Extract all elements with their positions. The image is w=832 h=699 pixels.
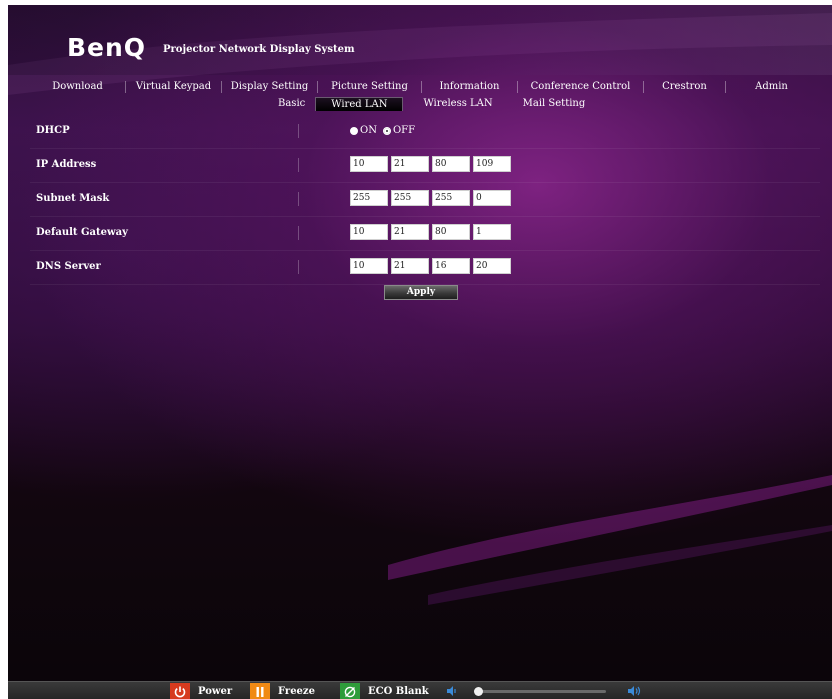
ip-address-octet-4[interactable] bbox=[473, 156, 511, 172]
pause-icon bbox=[256, 686, 264, 697]
ip-address-fields bbox=[350, 156, 514, 172]
default-gateway-octet-2[interactable] bbox=[391, 224, 429, 240]
nav-display-setting[interactable]: Display Setting bbox=[221, 81, 317, 93]
subnet-mask-octet-1[interactable] bbox=[350, 190, 388, 206]
freeze-button[interactable] bbox=[250, 683, 270, 699]
dns-server-octet-2[interactable] bbox=[391, 258, 429, 274]
power-button[interactable] bbox=[170, 683, 190, 699]
subnet-mask-fields bbox=[350, 190, 514, 206]
dns-server-octet-4[interactable] bbox=[473, 258, 511, 274]
default-gateway-label: Default Gateway bbox=[36, 227, 128, 238]
nav-crestron[interactable]: Crestron bbox=[643, 81, 725, 93]
tab-wireless-lan[interactable]: Wireless LAN bbox=[403, 97, 502, 111]
dhcp-off-radio[interactable] bbox=[382, 126, 391, 135]
system-title: Projector Network Display System bbox=[163, 44, 355, 55]
power-label: Power bbox=[198, 686, 233, 697]
bottom-control-bar: Power Freeze ECO Blank bbox=[8, 681, 832, 699]
ip-address-octet-3[interactable] bbox=[432, 156, 470, 172]
eco-blank-label: ECO Blank bbox=[368, 686, 429, 697]
row-divider bbox=[298, 158, 299, 172]
dhcp-off-option[interactable]: OFF bbox=[382, 125, 416, 136]
volume-slider[interactable] bbox=[476, 690, 606, 693]
benq-logo: BenQ bbox=[67, 33, 147, 62]
nav-virtual-keypad[interactable]: Virtual Keypad bbox=[125, 81, 221, 93]
default-gateway-fields bbox=[350, 224, 514, 240]
nav-conference-control[interactable]: Conference Control bbox=[517, 81, 643, 93]
ip-address-octet-1[interactable] bbox=[350, 156, 388, 172]
nav-admin[interactable]: Admin bbox=[725, 81, 817, 93]
wired-lan-form: DHCP ON OFF IP Address 10 21 80 109 Subn… bbox=[30, 115, 820, 285]
default-gateway-row: Default Gateway bbox=[30, 217, 820, 251]
row-divider bbox=[298, 260, 299, 274]
row-divider bbox=[298, 124, 299, 138]
freeze-control[interactable]: Freeze bbox=[250, 683, 315, 699]
subnet-mask-octet-4[interactable] bbox=[473, 190, 511, 206]
sub-nav: Basic Wired LAN Wireless LAN Mail Settin… bbox=[268, 97, 595, 111]
power-control[interactable]: Power bbox=[170, 683, 232, 699]
dhcp-on-option[interactable]: ON bbox=[350, 125, 377, 136]
dhcp-on-radio[interactable] bbox=[350, 126, 358, 135]
default-gateway-octet-1[interactable] bbox=[350, 224, 388, 240]
eco-blank-icon bbox=[344, 686, 356, 697]
volume-slider-knob[interactable] bbox=[474, 687, 483, 696]
main-nav: Download Virtual Keypad Display Setting … bbox=[30, 80, 820, 94]
tab-basic[interactable]: Basic bbox=[268, 97, 315, 111]
ip-address-row: IP Address bbox=[30, 149, 820, 183]
freeze-label: Freeze bbox=[278, 686, 315, 697]
nav-information[interactable]: Information bbox=[421, 81, 517, 93]
dhcp-row: DHCP ON OFF bbox=[30, 115, 820, 149]
dns-server-octet-1[interactable] bbox=[350, 258, 388, 274]
dhcp-off-label: OFF bbox=[392, 125, 416, 136]
row-divider bbox=[298, 192, 299, 206]
volume-down-icon[interactable] bbox=[445, 684, 459, 698]
eco-blank-button[interactable] bbox=[340, 683, 360, 699]
ip-address-label: IP Address bbox=[36, 159, 97, 170]
subnet-mask-octet-2[interactable] bbox=[391, 190, 429, 206]
app-frame: BenQ Projector Network Display System Do… bbox=[8, 5, 832, 699]
dhcp-on-label: ON bbox=[360, 125, 377, 136]
dns-server-fields bbox=[350, 258, 514, 274]
nav-download[interactable]: Download bbox=[30, 81, 125, 93]
ip-address-octet-2[interactable] bbox=[391, 156, 429, 172]
subnet-mask-label: Subnet Mask bbox=[36, 193, 110, 204]
dns-server-row: DNS Server bbox=[30, 251, 820, 285]
power-icon bbox=[174, 686, 186, 697]
volume-up-icon[interactable] bbox=[626, 684, 644, 698]
dhcp-options: ON OFF bbox=[350, 125, 421, 136]
tab-wired-lan[interactable]: Wired LAN bbox=[315, 97, 404, 111]
subnet-mask-octet-3[interactable] bbox=[432, 190, 470, 206]
apply-button[interactable]: Apply bbox=[384, 285, 458, 300]
dns-server-label: DNS Server bbox=[36, 261, 101, 272]
default-gateway-octet-4[interactable] bbox=[473, 224, 511, 240]
eco-blank-control[interactable]: ECO Blank bbox=[340, 683, 429, 699]
tab-mail-setting[interactable]: Mail Setting bbox=[503, 97, 596, 111]
nav-picture-setting[interactable]: Picture Setting bbox=[317, 81, 421, 93]
default-gateway-octet-3[interactable] bbox=[432, 224, 470, 240]
subnet-mask-row: Subnet Mask bbox=[30, 183, 820, 217]
dhcp-label: DHCP bbox=[36, 125, 70, 136]
dns-server-octet-3[interactable] bbox=[432, 258, 470, 274]
row-divider bbox=[298, 226, 299, 240]
